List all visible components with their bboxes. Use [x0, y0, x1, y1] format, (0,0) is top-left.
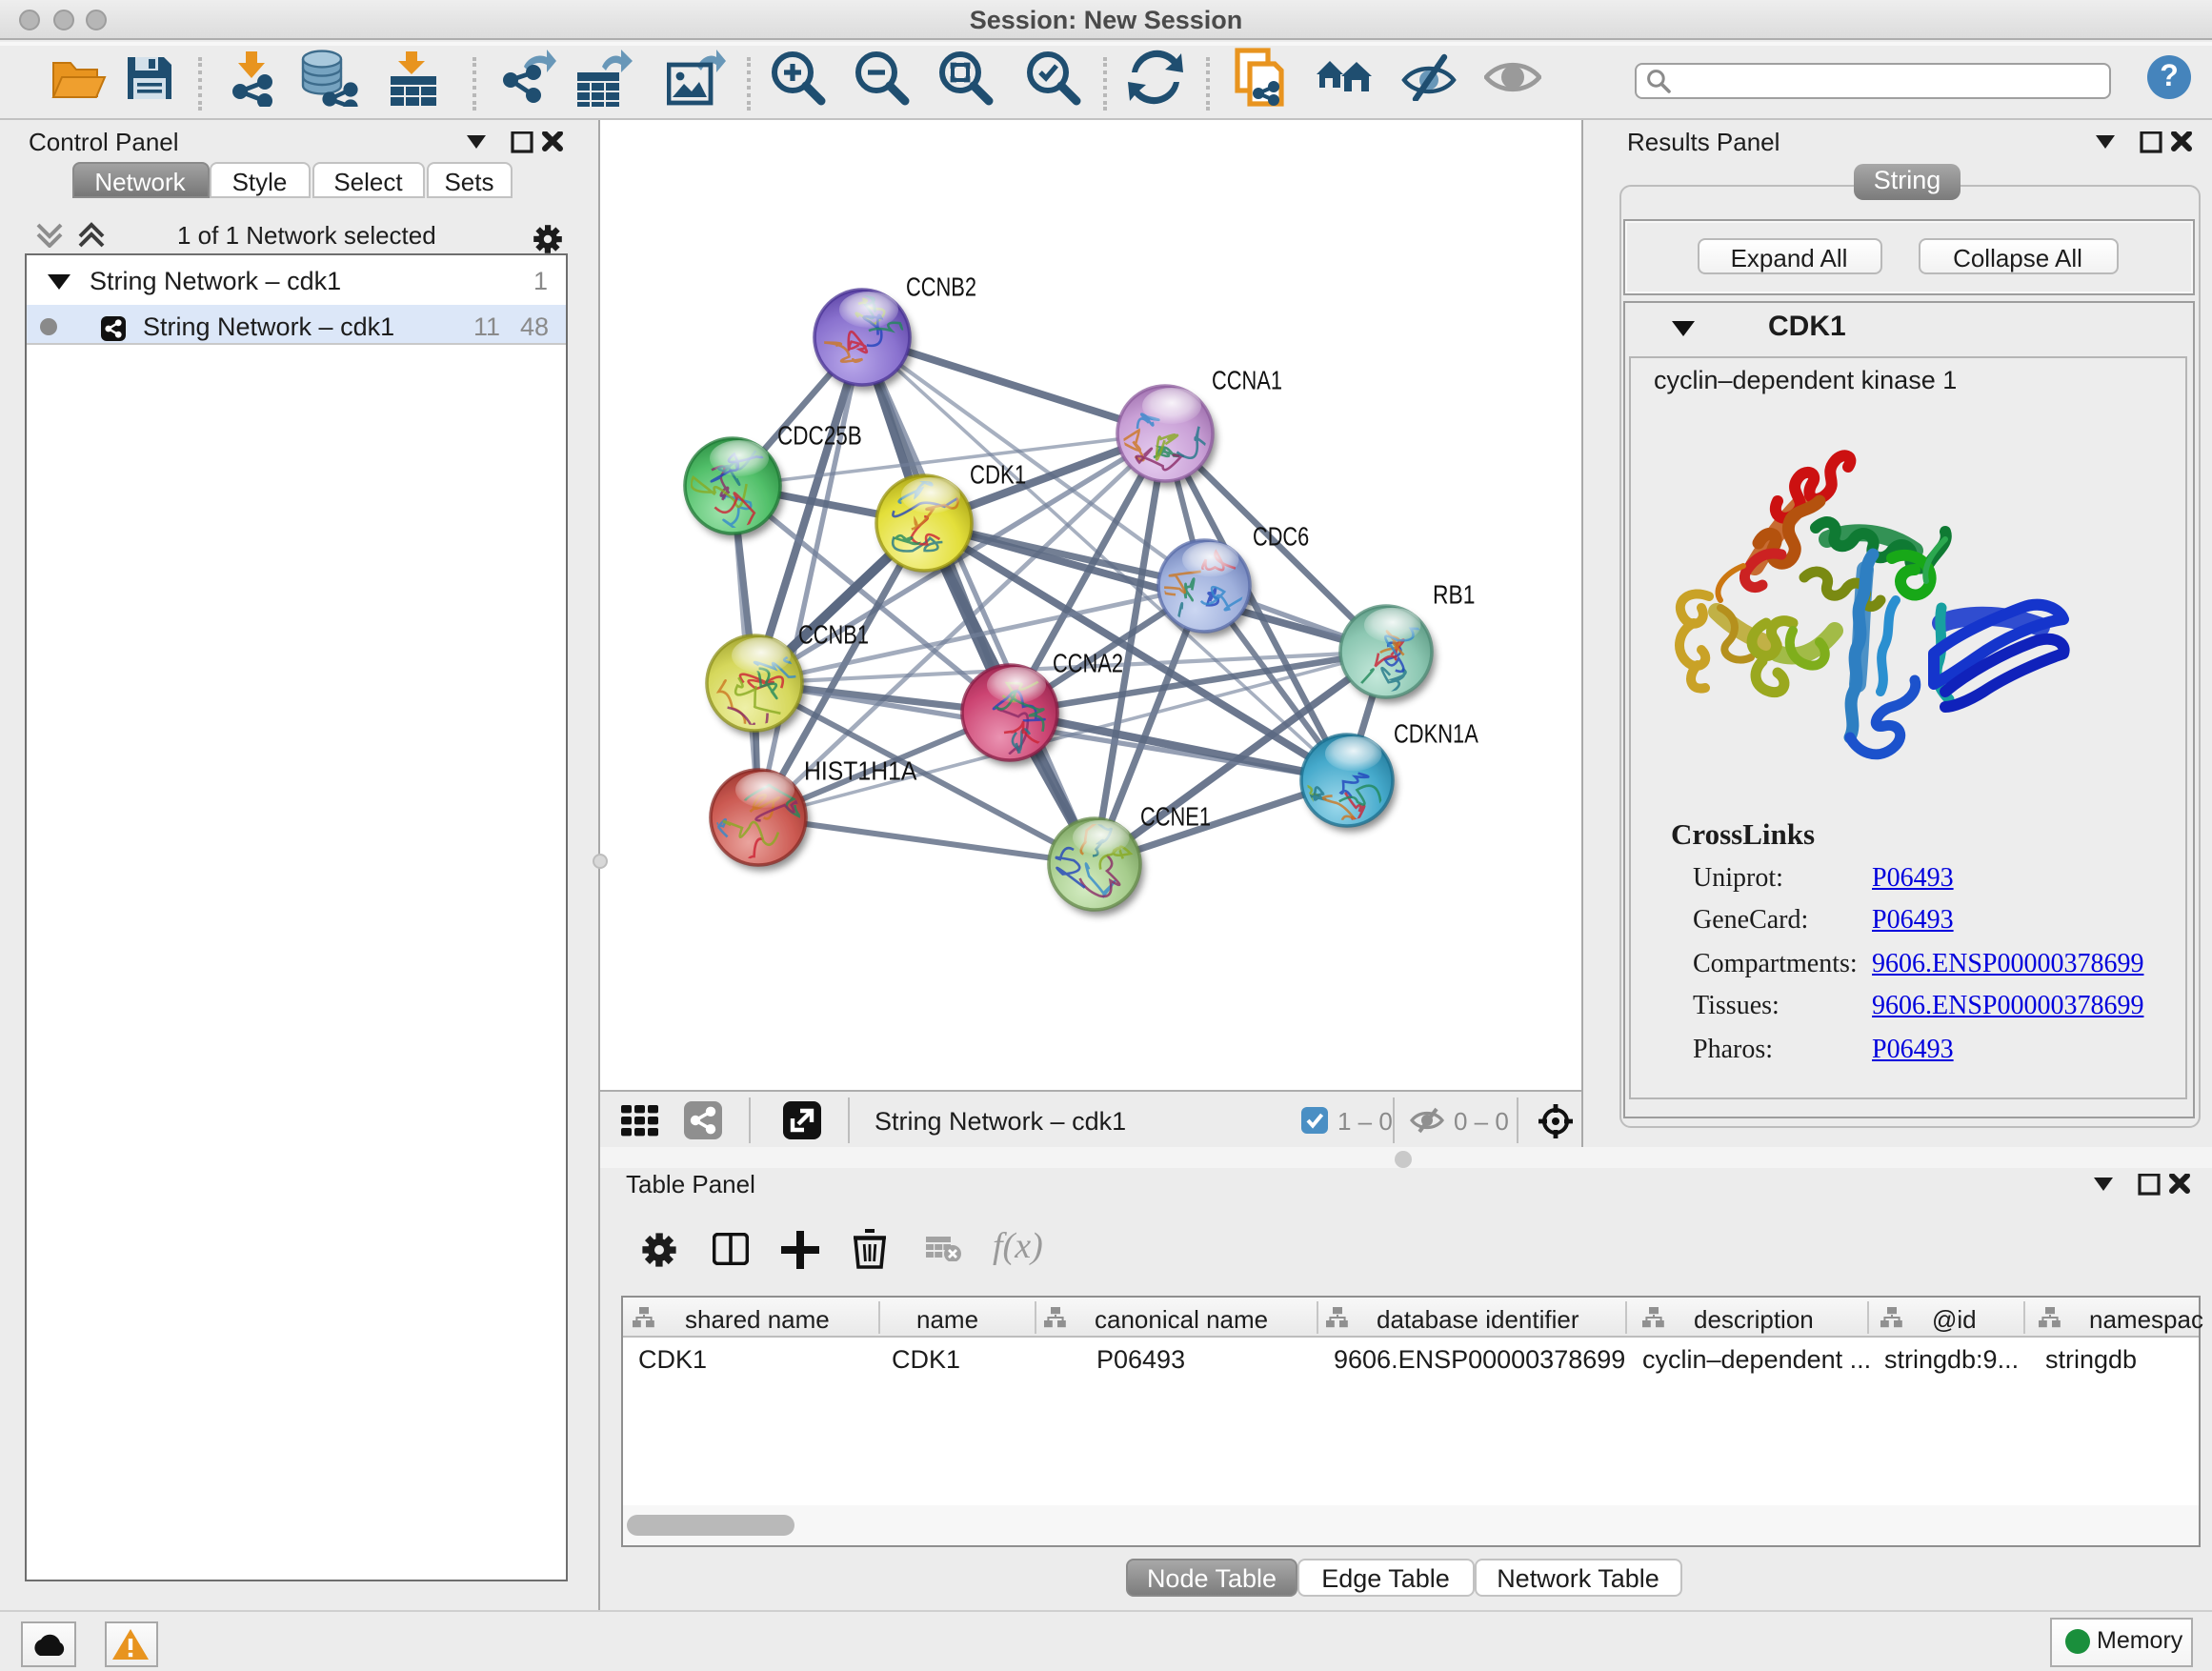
- svg-text:CDKN1A: CDKN1A: [1394, 718, 1478, 748]
- svg-text:CDC6: CDC6: [1253, 521, 1309, 551]
- svg-text:CCNA1: CCNA1: [1212, 365, 1282, 394]
- svg-text:CCNB1: CCNB1: [798, 619, 869, 649]
- svg-text:CCNB2: CCNB2: [906, 272, 976, 301]
- svg-text:CDC25B: CDC25B: [777, 420, 862, 450]
- svg-text:CCNA2: CCNA2: [1053, 648, 1123, 677]
- svg-text:CDK1: CDK1: [970, 459, 1026, 489]
- svg-text:CCNE1: CCNE1: [1140, 801, 1211, 831]
- svg-text:RB1: RB1: [1433, 579, 1475, 609]
- svg-text:HIST1H1A: HIST1H1A: [804, 755, 917, 785]
